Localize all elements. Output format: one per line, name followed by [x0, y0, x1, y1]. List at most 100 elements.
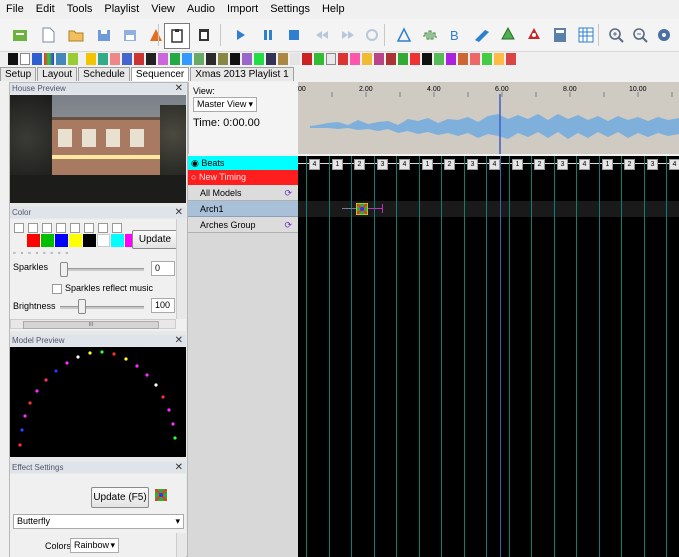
radio-icon[interactable]: ○ [191, 172, 196, 182]
sequencer-grid[interactable]: 412341234123412341 [298, 156, 679, 557]
effect-fan-icon[interactable] [98, 53, 108, 65]
effect-settings-scrollbar[interactable] [176, 533, 186, 557]
effect-music-icon[interactable] [230, 53, 240, 65]
color-checkbox-1[interactable] [14, 223, 24, 233]
new-file-icon[interactable] [36, 23, 60, 47]
effect-marquee-icon[interactable] [194, 53, 204, 65]
beat-marker[interactable]: 3 [647, 159, 658, 170]
color-checkbox-2[interactable] [28, 223, 38, 233]
color-checkbox-7[interactable] [98, 223, 108, 233]
effect-glediator-icon[interactable] [158, 53, 168, 65]
brightness-value-field[interactable]: 100 [151, 298, 175, 313]
effect-color-wash-icon[interactable] [68, 53, 78, 65]
beat-marker[interactable]: 2 [354, 159, 365, 170]
effect-off-icon[interactable] [8, 53, 18, 65]
close-icon[interactable]: ✕ [175, 83, 183, 94]
brightness-slider-thumb[interactable] [78, 299, 86, 314]
menu-settings[interactable]: Settings [264, 0, 316, 18]
color-panel-hscrollbar[interactable]: III [10, 319, 176, 329]
menu-tools[interactable]: Tools [61, 0, 99, 18]
waveform-icon[interactable] [418, 23, 442, 47]
row-arch1[interactable]: Arch1 [188, 201, 298, 217]
beat-marker[interactable]: 4 [399, 159, 410, 170]
sparkles-slider-track[interactable] [60, 268, 144, 271]
effect-morph-icon[interactable] [218, 53, 228, 65]
effect-curtain-icon[interactable] [86, 53, 96, 65]
tab-sequencer[interactable]: Sequencer [130, 67, 190, 81]
color-swatch-red[interactable] [27, 234, 40, 247]
effect-strobe-icon[interactable] [398, 53, 408, 65]
effect-duplicate-icon[interactable] [506, 53, 516, 65]
colors-select[interactable]: Rainbow ▾ [70, 538, 119, 553]
menu-file[interactable]: File [0, 0, 30, 18]
beat-marker[interactable]: 2 [624, 159, 635, 170]
sparkles-reflect-checkbox[interactable] [52, 284, 62, 294]
tab-layout[interactable]: Layout [37, 67, 78, 81]
effect-fireworks-icon[interactable] [122, 53, 132, 65]
sparkles-value-field[interactable]: 0 [151, 261, 175, 276]
beat-marker[interactable]: 1 [512, 159, 523, 170]
row-all-models[interactable]: All Models ⟳ [188, 185, 298, 201]
color-checkbox-8[interactable] [112, 223, 122, 233]
effect-circles-icon[interactable] [56, 53, 66, 65]
effect-faces-icon[interactable] [470, 53, 480, 65]
beat-marker[interactable]: 3 [377, 159, 388, 170]
menu-import[interactable]: Import [221, 0, 264, 18]
menu-playlist[interactable]: Playlist [98, 0, 145, 18]
save-icon[interactable] [92, 23, 116, 47]
effect-snowstorm-icon[interactable] [362, 53, 372, 65]
effect-meteors-icon[interactable] [206, 53, 216, 65]
effect-spirals-icon[interactable] [374, 53, 384, 65]
clipboard-icon[interactable] [192, 23, 216, 47]
color-checkbox-3[interactable] [42, 223, 52, 233]
effect-life-icon[interactable] [170, 53, 180, 65]
beat-marker[interactable]: 1 [332, 159, 343, 170]
effect-spirograph-icon[interactable] [386, 53, 396, 65]
effect-butterfly-icon[interactable] [44, 53, 54, 65]
view-select[interactable]: Master View ▾ [193, 97, 257, 112]
timing-mark-icon[interactable] [392, 23, 416, 47]
effect-fire-icon[interactable] [110, 53, 120, 65]
effect-galaxy-icon[interactable] [134, 53, 144, 65]
menu-edit[interactable]: Edit [30, 0, 61, 18]
paste-icon[interactable] [164, 23, 190, 49]
sparkles-slider-thumb[interactable] [60, 262, 68, 277]
tree-icon[interactable] [496, 23, 520, 47]
beat-marker[interactable]: 3 [557, 159, 568, 170]
text-tool-icon[interactable]: B [444, 23, 468, 47]
effect-wave-icon[interactable] [458, 53, 468, 65]
beat-marker[interactable]: 4 [669, 159, 679, 170]
beat-marker[interactable]: 2 [444, 159, 455, 170]
grid-icon[interactable] [574, 23, 598, 47]
close-icon[interactable]: ✕ [175, 335, 183, 346]
tab-playlist[interactable]: Xmas 2013 Playlist 1 [190, 67, 294, 81]
butterfly-effect-block[interactable] [355, 202, 369, 216]
render-model-icon[interactable]: ⟳ [284, 185, 292, 201]
effect-single-strand-icon[interactable] [338, 53, 348, 65]
settings-gear-icon[interactable] [652, 23, 676, 47]
effect-plasma-icon[interactable] [278, 53, 288, 65]
menu-view[interactable]: View [145, 0, 181, 18]
brightness-slider-track[interactable] [60, 306, 144, 309]
row-new-timing[interactable]: ○ New Timing [188, 170, 298, 185]
effect-text-icon[interactable] [422, 53, 432, 65]
tab-schedule[interactable]: Schedule [78, 67, 130, 81]
color-panel-scrollbar[interactable] [176, 219, 186, 319]
effect-garlands-icon[interactable] [146, 53, 156, 65]
radio-icon[interactable]: ◉ [191, 158, 199, 168]
row-arches-group[interactable]: Arches Group ⟳ [188, 217, 298, 233]
beat-marker[interactable]: 4 [579, 159, 590, 170]
color-swatch-cyan[interactable] [111, 234, 124, 247]
effect-snowflakes-icon[interactable] [350, 53, 360, 65]
zoom-in-icon[interactable] [604, 23, 628, 47]
color-checkbox-5[interactable] [70, 223, 80, 233]
effect-guitar-icon[interactable] [494, 53, 504, 65]
effect-tree-icon[interactable] [434, 53, 444, 65]
save-as-icon[interactable] [118, 23, 142, 47]
repeat-icon[interactable] [360, 23, 384, 47]
open-folder-icon[interactable] [64, 23, 88, 47]
color-checkbox-6[interactable] [84, 223, 94, 233]
effect-bars-icon[interactable] [32, 53, 42, 65]
effect-pictures-icon[interactable] [254, 53, 264, 65]
render-model-icon[interactable]: ⟳ [284, 217, 292, 233]
